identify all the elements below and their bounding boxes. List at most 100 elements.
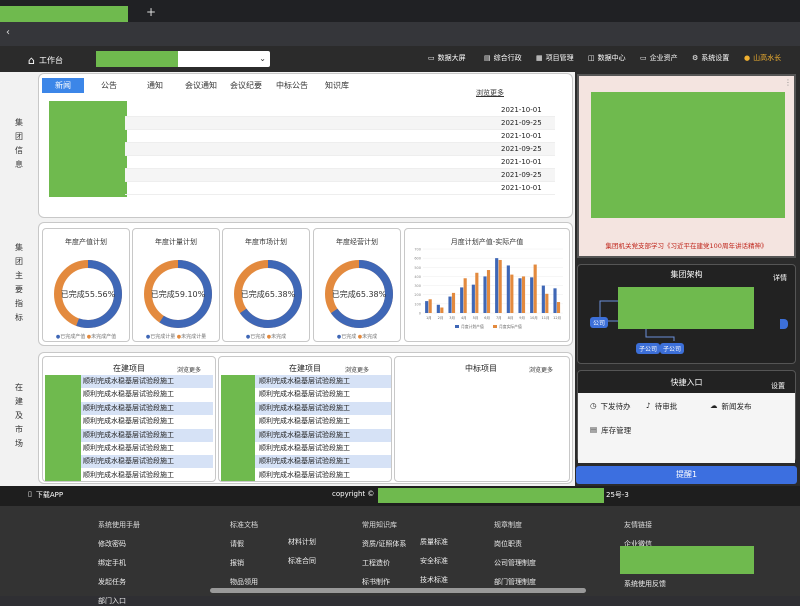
project-more-link[interactable]: 浏览更多 xyxy=(345,365,369,374)
new-tab-button[interactable]: + xyxy=(146,6,156,18)
indicator-title: 年度市场计划 xyxy=(245,238,287,246)
footer-col-title[interactable]: 规章制度 xyxy=(494,520,536,530)
quick-todo[interactable]: ◷ 下发待办 xyxy=(590,401,631,412)
footer-link[interactable]: 标书制作 xyxy=(362,577,406,587)
nav-admin[interactable]: ▤ 综合行政 xyxy=(484,53,522,63)
x-tick-label: 5月 xyxy=(473,315,479,320)
footer-link[interactable]: 请假 xyxy=(230,539,258,549)
news-row[interactable]: 2021-10-01 xyxy=(125,182,555,195)
quick-news-publish[interactable]: ☁ 新闻发布 xyxy=(710,401,752,412)
nav-project[interactable]: ▦ 项目管理 xyxy=(536,53,574,63)
news-row[interactable]: 2021-10-01 xyxy=(125,104,555,117)
x-tick-label: 4月 xyxy=(461,315,467,320)
footer-link[interactable]: 标准合同 xyxy=(288,556,316,566)
download-app-link[interactable]: ▯ 下载APP xyxy=(28,490,63,500)
footer-link[interactable]: 报销 xyxy=(230,558,258,568)
org-node-subsidiary[interactable]: 子公司 xyxy=(636,343,661,354)
footer-link[interactable]: 系统使用反馈 xyxy=(624,579,666,589)
footer-link[interactable]: 公司管理制度 xyxy=(494,558,536,568)
tab-notice[interactable]: 通知 xyxy=(147,78,163,93)
phone-icon: ▯ xyxy=(28,490,32,498)
app-header: ⌂ 工作台 ⌄ ▭ 数据大屏 ▤ 综合行政 ▦ 项目管理 ◫ 数据中心 ▭ 企业资产 ⚙ 系… xyxy=(0,46,800,72)
tab-announcement[interactable]: 公告 xyxy=(101,78,117,93)
news-row[interactable]: 2021-10-01 xyxy=(125,156,555,169)
y-tick-label: 500 xyxy=(414,266,421,270)
indicator-title: 年度经营计划 xyxy=(336,238,378,246)
project-more-link[interactable]: 浏览更多 xyxy=(529,365,553,374)
footer-link[interactable]: 修改密码 xyxy=(98,539,140,549)
workbench-link[interactable]: ⌂ 工作台 xyxy=(28,54,63,67)
x-tick-label: 7月 xyxy=(496,315,502,320)
bar-planned xyxy=(518,278,522,313)
tab-bid-announcement[interactable]: 中标公告 xyxy=(276,78,308,93)
footer-link[interactable]: 物品领用 xyxy=(230,577,258,587)
news-row[interactable]: 2021-10-01 xyxy=(125,130,555,143)
horizontal-scrollbar[interactable] xyxy=(210,588,586,593)
bar-actual xyxy=(521,276,526,313)
nav-settings[interactable]: ⚙ 系统设置 xyxy=(692,53,729,63)
browser-tab[interactable] xyxy=(0,6,128,22)
back-icon[interactable]: ‹ xyxy=(6,27,10,38)
footer-link[interactable]: 技术标准 xyxy=(420,575,448,585)
footer-link-green-redacted xyxy=(620,546,754,574)
footer-col-title[interactable]: 标准文档 xyxy=(230,520,258,530)
news-row[interactable]: 2021-09-25 xyxy=(125,117,555,130)
nav-data-screen[interactable]: ▭ 数据大屏 xyxy=(428,53,466,63)
quick-inventory[interactable]: ▤ 库存管理 xyxy=(590,425,631,436)
footer-link[interactable]: 资质/证照体系 xyxy=(362,539,406,549)
org-select[interactable]: ⌄ xyxy=(178,51,270,67)
tab-meeting-minutes[interactable]: 会议纪要 xyxy=(230,78,262,93)
quick-entry-panel: 快捷入口 设置 ◷ 下发待办 ♪ 待审批 ☁ 新闻发布 ▤ 库存管理 xyxy=(577,370,796,463)
reminder-button[interactable]: 提醒1 xyxy=(576,466,797,484)
project-more-link[interactable]: 浏览更多 xyxy=(177,365,201,374)
tab-meeting-notice[interactable]: 会议通知 xyxy=(185,78,217,93)
nav-assets[interactable]: ▭ 企业资产 xyxy=(640,53,678,63)
footer-link[interactable]: 部门管理制度 xyxy=(494,577,536,587)
quick-approval[interactable]: ♪ 待审批 xyxy=(646,401,677,412)
footer-link[interactable]: 质量标准 xyxy=(420,537,448,547)
project-list-title: 在建项目 xyxy=(289,364,321,373)
org-node-company[interactable]: 公司 xyxy=(590,317,609,328)
project-list-title: 中标项目 xyxy=(465,364,497,373)
project-list-title: 在建项目 xyxy=(113,364,145,373)
tab-news[interactable]: 新闻 xyxy=(42,78,84,93)
x-tick-label: 1月 xyxy=(426,315,432,320)
footer-col-title[interactable]: 常用知识库 xyxy=(362,520,406,530)
footer-link[interactable]: 材料计划 xyxy=(288,537,316,547)
footer-col-manual: 系统使用手册 修改密码 绑定手机 发起任务 部门入口 xyxy=(98,520,140,606)
admin-icon: ▤ xyxy=(484,54,491,62)
footer-link[interactable]: 发起任务 xyxy=(98,577,140,587)
bar-actual xyxy=(428,299,432,313)
monthly-bar-chart: 0 100 200 300 400 500 600 700 1月 2月 3月 4月 5月 6月 7月 8月 9月… xyxy=(414,248,563,329)
org-node-subsidiary[interactable]: 子公司 xyxy=(660,343,685,354)
bar-planned xyxy=(448,296,452,313)
x-tick-label: 10月 xyxy=(530,315,538,320)
footer-col-title[interactable]: 系统使用手册 xyxy=(98,520,140,530)
footer-link[interactable]: 工程造价 xyxy=(362,558,406,568)
section-label-indicators: 集团主要指标 xyxy=(0,222,38,348)
donut-chart-market: 已完成65.38% xyxy=(234,260,302,328)
chevron-down-icon: ⌄ xyxy=(259,54,266,63)
bar-actual xyxy=(440,307,444,313)
indicator-title: 年度计量计划 xyxy=(155,238,197,246)
news-row[interactable]: 2021-09-25 xyxy=(125,169,555,182)
tab-knowledge[interactable]: 知识库 xyxy=(325,78,349,93)
user-menu[interactable]: ● 山高水长 xyxy=(744,53,781,63)
footer-link[interactable]: 岗位职责 xyxy=(494,539,536,549)
footer-link[interactable]: 部门入口 xyxy=(98,596,140,606)
news-row[interactable]: 2021-09-25 xyxy=(125,143,555,156)
legend-swatch xyxy=(455,325,459,328)
y-tick-label: 300 xyxy=(414,284,421,288)
news-more-link[interactable]: 浏览更多 xyxy=(476,88,504,98)
media-image-redacted xyxy=(591,92,785,218)
legend-label: 月度计划产值 xyxy=(461,324,484,329)
footer-link[interactable]: 安全标准 xyxy=(420,556,448,566)
quick-settings-link[interactable]: 设置 xyxy=(771,381,785,391)
bar-actual xyxy=(533,264,537,313)
media-banner[interactable]: 集团机关党支部学习《习近平在建党100周年讲话精神》 ⋮ xyxy=(577,74,796,258)
x-tick-label: 6月 xyxy=(484,315,490,320)
footer-link[interactable]: 绑定手机 xyxy=(98,558,140,568)
project-list-ongoing-1: 在建项目 浏览更多 顺利完成水稳基层试验段施工 顺利完成水稳基层试验段施工 顺利完成… xyxy=(42,356,216,482)
nav-data-center[interactable]: ◫ 数据中心 xyxy=(588,53,626,63)
footer-col-title[interactable]: 友情链接 xyxy=(624,520,666,530)
